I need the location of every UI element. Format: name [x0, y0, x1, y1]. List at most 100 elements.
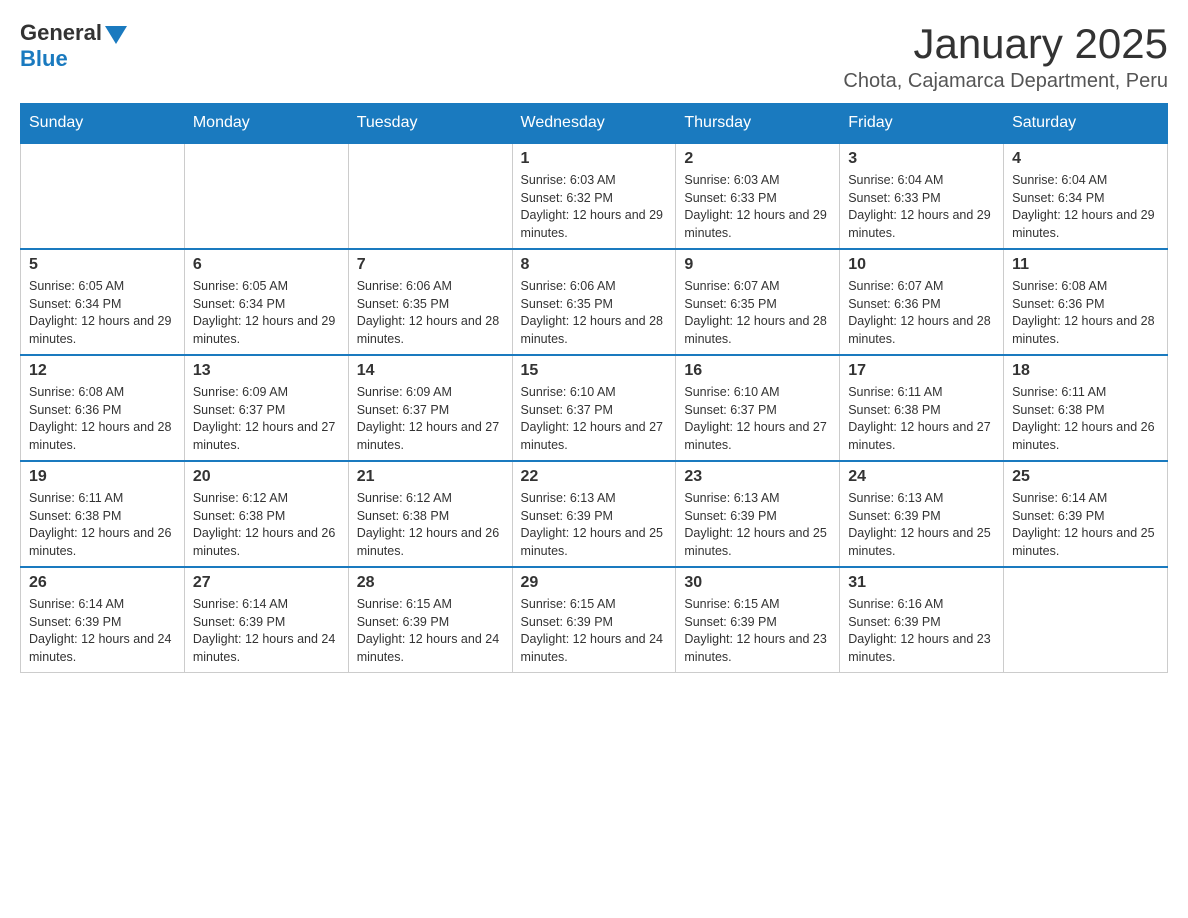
calendar-cell: 7 Sunrise: 6:06 AMSunset: 6:35 PMDaylight… [348, 249, 512, 355]
calendar-cell: 13Sunrise: 6:09 AMSunset: 6:37 PMDayligh… [184, 355, 348, 461]
day-info: Sunrise: 6:09 AMSunset: 6:37 PMDaylight:… [357, 384, 504, 454]
calendar-cell [21, 143, 185, 249]
calendar-cell: 23Sunrise: 6:13 AMSunset: 6:39 PMDayligh… [676, 461, 840, 567]
day-number: 25 [1012, 468, 1159, 486]
day-info: Sunrise: 6:04 AMSunset: 6:33 PMDaylight:… [848, 172, 995, 242]
calendar-header-saturday: Saturday [1004, 104, 1168, 144]
calendar-week-2: 5 Sunrise: 6:05 AMSunset: 6:34 PMDaylight… [21, 249, 1168, 355]
calendar-cell: 14 Sunrise: 6:09 AMSunset: 6:37 PMDayligh… [348, 355, 512, 461]
day-info: Sunrise: 6:11 AMSunset: 6:38 PMDaylight:… [29, 490, 176, 560]
day-number: 6 [193, 256, 340, 274]
day-info: Sunrise: 6:10 AMSunset: 6:37 PMDaylight:… [684, 384, 831, 454]
calendar-cell: 29Sunrise: 6:15 AMSunset: 6:39 PMDayligh… [512, 567, 676, 673]
day-number: 29 [521, 574, 668, 592]
calendar-cell: 15 Sunrise: 6:10 AMSunset: 6:37 PMDayligh… [512, 355, 676, 461]
day-number: 27 [193, 574, 340, 592]
logo-arrow-icon [105, 26, 127, 44]
day-info: Sunrise: 6:03 AMSunset: 6:32 PMDaylight:… [521, 172, 668, 242]
day-number: 14 [357, 362, 504, 380]
calendar-header-monday: Monday [184, 104, 348, 144]
logo-blue-text: Blue [20, 46, 68, 72]
calendar-cell: 21Sunrise: 6:12 AMSunset: 6:38 PMDayligh… [348, 461, 512, 567]
calendar-week-4: 19 Sunrise: 6:11 AMSunset: 6:38 PMDayligh… [21, 461, 1168, 567]
calendar-cell: 19 Sunrise: 6:11 AMSunset: 6:38 PMDayligh… [21, 461, 185, 567]
page-header: General Blue January 2025 Chota, Cajamar… [20, 20, 1168, 93]
calendar-week-1: 1 Sunrise: 6:03 AMSunset: 6:32 PMDaylight… [21, 143, 1168, 249]
calendar-cell: 16 Sunrise: 6:10 AMSunset: 6:37 PMDayligh… [676, 355, 840, 461]
calendar-week-5: 26 Sunrise: 6:14 AMSunset: 6:39 PMDayligh… [21, 567, 1168, 673]
day-number: 4 [1012, 150, 1159, 168]
day-info: Sunrise: 6:12 AMSunset: 6:38 PMDaylight:… [357, 490, 504, 560]
calendar-cell: 2 Sunrise: 6:03 AMSunset: 6:33 PMDaylight… [676, 143, 840, 249]
title-block: January 2025 Chota, Cajamarca Department… [843, 20, 1168, 93]
day-number: 15 [521, 362, 668, 380]
day-info: Sunrise: 6:05 AMSunset: 6:34 PMDaylight:… [193, 278, 340, 348]
calendar-header-thursday: Thursday [676, 104, 840, 144]
subtitle: Chota, Cajamarca Department, Peru [843, 70, 1168, 93]
calendar-cell: 6 Sunrise: 6:05 AMSunset: 6:34 PMDaylight… [184, 249, 348, 355]
day-info: Sunrise: 6:05 AMSunset: 6:34 PMDaylight:… [29, 278, 176, 348]
day-number: 26 [29, 574, 176, 592]
day-number: 30 [684, 574, 831, 592]
calendar-cell: 22Sunrise: 6:13 AMSunset: 6:39 PMDayligh… [512, 461, 676, 567]
day-number: 2 [684, 150, 831, 168]
day-info: Sunrise: 6:14 AMSunset: 6:39 PMDaylight:… [193, 596, 340, 666]
calendar-cell: 10 Sunrise: 6:07 AMSunset: 6:36 PMDayligh… [840, 249, 1004, 355]
day-number: 18 [1012, 362, 1159, 380]
calendar-cell: 8 Sunrise: 6:06 AMSunset: 6:35 PMDaylight… [512, 249, 676, 355]
calendar-cell: 11Sunrise: 6:08 AMSunset: 6:36 PMDayligh… [1004, 249, 1168, 355]
day-number: 19 [29, 468, 176, 486]
calendar-cell: 5 Sunrise: 6:05 AMSunset: 6:34 PMDaylight… [21, 249, 185, 355]
day-info: Sunrise: 6:06 AMSunset: 6:35 PMDaylight:… [357, 278, 504, 348]
calendar-cell: 27 Sunrise: 6:14 AMSunset: 6:39 PMDayligh… [184, 567, 348, 673]
day-number: 17 [848, 362, 995, 380]
day-info: Sunrise: 6:04 AMSunset: 6:34 PMDaylight:… [1012, 172, 1159, 242]
calendar-header-tuesday: Tuesday [348, 104, 512, 144]
day-number: 7 [357, 256, 504, 274]
day-info: Sunrise: 6:14 AMSunset: 6:39 PMDaylight:… [29, 596, 176, 666]
day-number: 16 [684, 362, 831, 380]
day-number: 9 [684, 256, 831, 274]
calendar-header-row: SundayMondayTuesdayWednesdayThursdayFrid… [21, 104, 1168, 144]
day-number: 8 [521, 256, 668, 274]
day-number: 10 [848, 256, 995, 274]
day-info: Sunrise: 6:08 AMSunset: 6:36 PMDaylight:… [29, 384, 176, 454]
day-number: 11 [1012, 256, 1159, 274]
day-number: 13 [193, 362, 340, 380]
page-title: January 2025 [843, 20, 1168, 68]
day-info: Sunrise: 6:03 AMSunset: 6:33 PMDaylight:… [684, 172, 831, 242]
calendar-cell: 4 Sunrise: 6:04 AMSunset: 6:34 PMDaylight… [1004, 143, 1168, 249]
calendar-cell: 20 Sunrise: 6:12 AMSunset: 6:38 PMDayligh… [184, 461, 348, 567]
day-info: Sunrise: 6:16 AMSunset: 6:39 PMDaylight:… [848, 596, 995, 666]
calendar-header-friday: Friday [840, 104, 1004, 144]
calendar-cell: 31Sunrise: 6:16 AMSunset: 6:39 PMDayligh… [840, 567, 1004, 673]
day-number: 28 [357, 574, 504, 592]
day-info: Sunrise: 6:06 AMSunset: 6:35 PMDaylight:… [521, 278, 668, 348]
calendar-cell: 30 Sunrise: 6:15 AMSunset: 6:39 PMDayligh… [676, 567, 840, 673]
calendar-week-3: 12 Sunrise: 6:08 AMSunset: 6:36 PMDayligh… [21, 355, 1168, 461]
logo-general-text: General [20, 20, 102, 46]
calendar-cell: 26 Sunrise: 6:14 AMSunset: 6:39 PMDayligh… [21, 567, 185, 673]
calendar-cell: 12 Sunrise: 6:08 AMSunset: 6:36 PMDayligh… [21, 355, 185, 461]
day-number: 24 [848, 468, 995, 486]
calendar-cell: 9 Sunrise: 6:07 AMSunset: 6:35 PMDaylight… [676, 249, 840, 355]
day-info: Sunrise: 6:10 AMSunset: 6:37 PMDaylight:… [521, 384, 668, 454]
day-number: 20 [193, 468, 340, 486]
calendar-cell: 3Sunrise: 6:04 AMSunset: 6:33 PMDaylight… [840, 143, 1004, 249]
calendar-cell [1004, 567, 1168, 673]
day-info: Sunrise: 6:15 AMSunset: 6:39 PMDaylight:… [684, 596, 831, 666]
calendar-cell: 28 Sunrise: 6:15 AMSunset: 6:39 PMDayligh… [348, 567, 512, 673]
day-number: 12 [29, 362, 176, 380]
day-number: 5 [29, 256, 176, 274]
calendar-header-wednesday: Wednesday [512, 104, 676, 144]
day-number: 1 [521, 150, 668, 168]
day-info: Sunrise: 6:07 AMSunset: 6:35 PMDaylight:… [684, 278, 831, 348]
day-info: Sunrise: 6:12 AMSunset: 6:38 PMDaylight:… [193, 490, 340, 560]
day-info: Sunrise: 6:07 AMSunset: 6:36 PMDaylight:… [848, 278, 995, 348]
day-info: Sunrise: 6:15 AMSunset: 6:39 PMDaylight:… [357, 596, 504, 666]
calendar-cell: 1 Sunrise: 6:03 AMSunset: 6:32 PMDaylight… [512, 143, 676, 249]
calendar-cell: 18Sunrise: 6:11 AMSunset: 6:38 PMDayligh… [1004, 355, 1168, 461]
calendar-cell [348, 143, 512, 249]
day-info: Sunrise: 6:13 AMSunset: 6:39 PMDaylight:… [521, 490, 668, 560]
day-info: Sunrise: 6:13 AMSunset: 6:39 PMDaylight:… [848, 490, 995, 560]
